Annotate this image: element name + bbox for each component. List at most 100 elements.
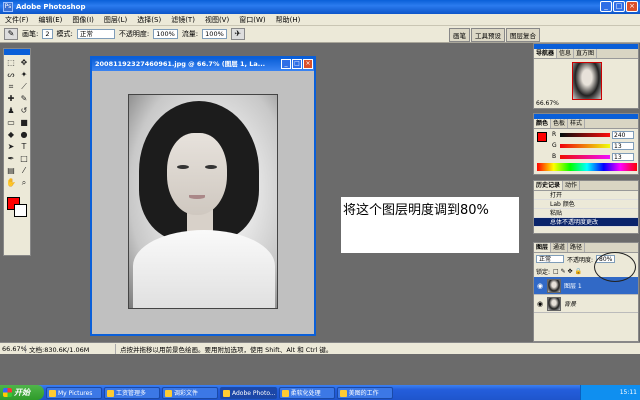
clock[interactable]: 15:11	[620, 389, 637, 396]
eyedropper-icon[interactable]: ⁄	[18, 165, 30, 176]
tab-swatches[interactable]: 色板	[551, 119, 569, 128]
menu-window[interactable]: 窗口(W)	[234, 15, 270, 25]
magic-wand-icon[interactable]: ✦	[18, 69, 30, 80]
well-tab-brushes[interactable]: 画笔	[449, 28, 470, 42]
doc-maximize-button[interactable]: □	[292, 59, 302, 69]
tab-info[interactable]: 信息	[557, 49, 575, 58]
well-tab-tool-presets[interactable]: 工具预设	[471, 28, 505, 42]
start-button[interactable]: 开始	[0, 385, 44, 400]
zoom-tool-icon[interactable]: ⌕	[18, 177, 30, 188]
options-bar: ✎ 画笔: 2 模式: 正常 不透明度: 100% 流量: 100% ✈	[0, 26, 640, 43]
taskbar-item-label: 美图的工作	[348, 389, 379, 397]
menu-select[interactable]: 选择(S)	[132, 15, 166, 25]
status-zoom[interactable]: 66.67%	[0, 344, 27, 353]
lock-icons[interactable]: □ ✎ ✥ 🔒	[553, 268, 582, 275]
path-selection-icon[interactable]: ➤	[5, 141, 17, 152]
airbrush-icon[interactable]: ✈	[230, 28, 245, 40]
channel-slider-r[interactable]	[560, 132, 610, 137]
tab-layers[interactable]: 图层	[534, 243, 552, 252]
lasso-tool-icon[interactable]: ᔕ	[5, 69, 17, 80]
taskbar-item[interactable]: 柔软化处理	[278, 386, 335, 399]
channel-row-r: R 240	[552, 130, 638, 139]
marquee-tool-icon[interactable]: ⬚	[5, 57, 17, 68]
channel-label-b: B	[552, 153, 557, 160]
menu-layer[interactable]: 图层(L)	[99, 15, 132, 25]
layer-opacity-label: 不透明度:	[567, 256, 594, 264]
type-tool-icon[interactable]: T	[18, 141, 30, 152]
channel-value-r[interactable]: 240	[612, 130, 634, 139]
layer-row-background[interactable]: ◉ 背景	[534, 295, 638, 313]
healing-brush-icon[interactable]: ✚	[5, 93, 17, 104]
tab-history[interactable]: 历史记录	[534, 181, 564, 190]
navigator-palette: 导航器 信息 直方图 66.67%	[533, 43, 639, 109]
tab-channels[interactable]: 通道	[551, 243, 569, 252]
taskbar-item[interactable]: 美图的工作	[336, 386, 393, 399]
mode-label: 模式:	[56, 30, 73, 38]
taskbar: 开始 My Pictures 工资管理多 调彩文件 Adobe Photo...…	[0, 385, 640, 400]
document-window: 20081192327460961.jpg @ 66.7% (图层 1, La.…	[90, 56, 316, 336]
history-item-lab-color[interactable]: Lab 颜色	[534, 200, 638, 209]
mode-select[interactable]: 正常	[76, 29, 115, 39]
doc-close-button[interactable]: ×	[303, 59, 313, 69]
move-tool-icon[interactable]: ✥	[18, 57, 30, 68]
flow-field[interactable]: 100%	[202, 29, 227, 39]
status-hint: 点按并拖移以用前景色绘画。要用附加选项，使用 Shift、Alt 和 Ctrl …	[120, 345, 333, 354]
taskbar-item[interactable]: My Pictures	[46, 386, 102, 399]
slice-tool-icon[interactable]: ⟋	[18, 81, 30, 92]
menu-file[interactable]: 文件(F)	[0, 15, 34, 25]
brush-size-field[interactable]: 2	[42, 29, 53, 39]
tab-navigator[interactable]: 导航器	[534, 49, 558, 58]
taskbar-item[interactable]: 工资管理多	[104, 386, 160, 399]
clone-stamp-icon[interactable]: ♟	[5, 105, 17, 116]
crop-tool-icon[interactable]: ⌗	[5, 81, 17, 92]
channel-value-b[interactable]: 13	[612, 152, 634, 161]
taskbar-item[interactable]: Adobe Photo...	[220, 386, 277, 399]
doc-minimize-button[interactable]: _	[281, 59, 291, 69]
image-canvas[interactable]	[128, 94, 278, 309]
brush-tool-preset-icon[interactable]: ✎	[4, 28, 18, 40]
color-chip[interactable]	[537, 132, 547, 142]
menu-edit[interactable]: 编辑(E)	[34, 15, 68, 25]
gradient-tool-icon[interactable]: ■	[18, 117, 30, 128]
channel-value-g[interactable]: 13	[612, 141, 634, 150]
taskbar-item[interactable]: 调彩文件	[162, 386, 218, 399]
background-color-swatch[interactable]	[14, 204, 27, 217]
toolbox: ⬚ ✥ ᔕ ✦ ⌗ ⟋ ✚ ✎ ♟ ↺ ▭ ■ ◆ ● ➤ T ✒ □ ▤ ⁄ …	[3, 48, 31, 256]
notes-tool-icon[interactable]: ▤	[5, 165, 17, 176]
tab-actions[interactable]: 动作	[563, 181, 581, 190]
close-button[interactable]: ×	[626, 1, 638, 12]
tab-color[interactable]: 颜色	[534, 119, 552, 128]
blur-tool-icon[interactable]: ◆	[5, 129, 17, 140]
navigator-zoom[interactable]: 66.67%	[536, 100, 559, 107]
well-tab-layer-comps[interactable]: 图层复合	[506, 28, 540, 42]
visibility-eye-icon[interactable]: ◉	[536, 282, 544, 290]
minimize-button[interactable]: _	[600, 1, 612, 12]
channel-slider-g[interactable]	[560, 143, 610, 148]
dodge-tool-icon[interactable]: ●	[18, 129, 30, 140]
history-item-open[interactable]: 打开	[534, 191, 638, 200]
layer-name: 背景	[564, 301, 577, 308]
maximize-button[interactable]: □	[613, 1, 625, 12]
tab-histogram[interactable]: 直方图	[574, 49, 598, 58]
visibility-eye-icon[interactable]: ◉	[536, 300, 544, 308]
eraser-tool-icon[interactable]: ▭	[5, 117, 17, 128]
opacity-field[interactable]: 100%	[153, 29, 178, 39]
hand-tool-icon[interactable]: ✋	[5, 177, 17, 188]
history-brush-icon[interactable]: ↺	[18, 105, 30, 116]
menu-help[interactable]: 帮助(H)	[271, 15, 306, 25]
blend-mode-select[interactable]: 正常	[536, 255, 564, 263]
brush-tool-icon[interactable]: ✎	[18, 93, 30, 104]
history-item-opacity-change[interactable]: 总体不透明度更改	[534, 218, 638, 227]
menu-view[interactable]: 视图(V)	[200, 15, 234, 25]
history-item-paste[interactable]: 粘贴	[534, 209, 638, 218]
shape-tool-icon[interactable]: □	[18, 153, 30, 164]
menu-image[interactable]: 图像(I)	[67, 15, 99, 25]
channel-slider-b[interactable]	[560, 154, 610, 159]
tab-styles[interactable]: 样式	[568, 119, 586, 128]
tab-paths[interactable]: 路径	[568, 243, 586, 252]
navigator-thumbnail[interactable]	[572, 62, 602, 100]
start-label: 开始	[14, 388, 30, 397]
color-spectrum-bar[interactable]	[537, 163, 637, 171]
menu-filter[interactable]: 滤镜(T)	[166, 15, 200, 25]
pen-tool-icon[interactable]: ✒	[5, 153, 17, 164]
